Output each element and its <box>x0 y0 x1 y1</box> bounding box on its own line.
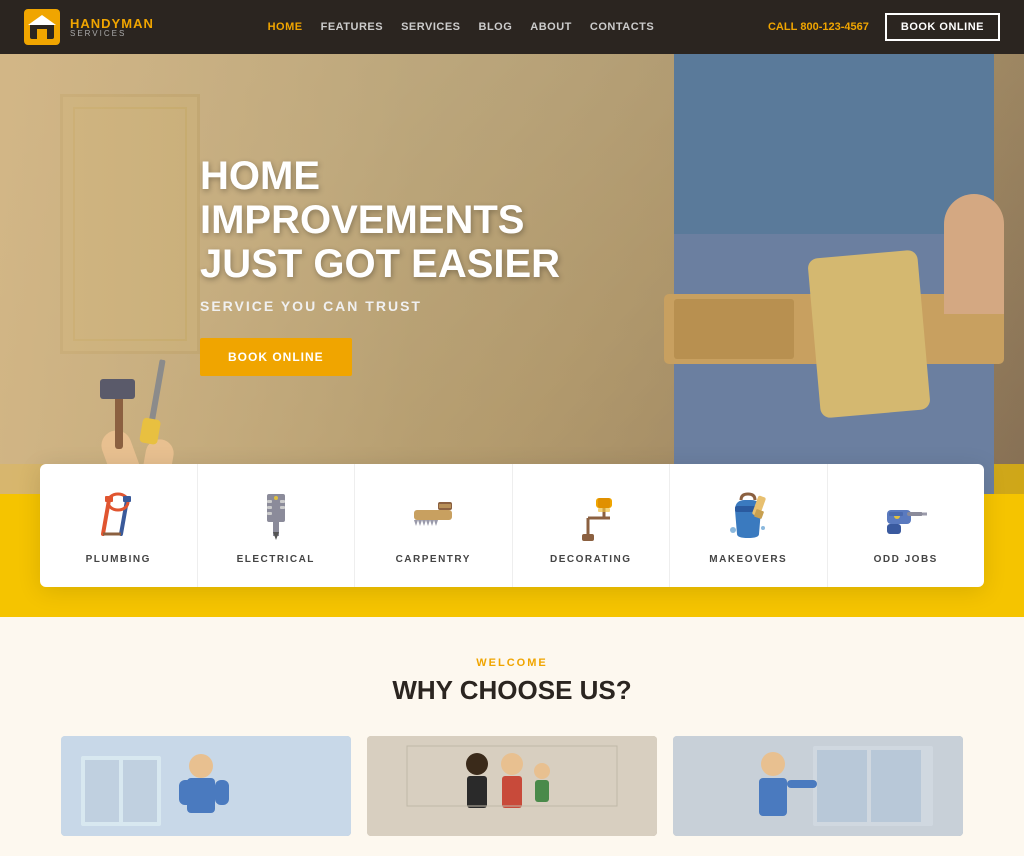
odd-jobs-icon <box>883 492 929 542</box>
odd-jobs-label: ODD JOBS <box>874 554 938 565</box>
services-section: PLUMBING ELECTRICAL <box>0 464 1024 617</box>
makeovers-label: MAKEOVERS <box>709 554 787 565</box>
nav-about[interactable]: ABOUT <box>530 21 572 33</box>
service-card-plumbing[interactable]: PLUMBING <box>40 464 198 587</box>
worker-arm <box>944 194 1004 314</box>
nav-features[interactable]: FEATURES <box>321 21 383 33</box>
why-card-2[interactable] <box>367 736 657 836</box>
nav-services[interactable]: SERVICES <box>401 21 460 33</box>
book-online-nav-button[interactable]: BOOK ONLINE <box>885 13 1000 41</box>
carpentry-icon <box>410 492 456 542</box>
hero-tools-illustration <box>100 416 134 434</box>
logo-text: HANDYMAN SERVICES <box>70 17 154 38</box>
logo[interactable]: HANDYMAN SERVICES <box>24 9 154 45</box>
hero-content: HOME IMPROVEMENTS JUST GOT EASIER SERVIC… <box>200 154 640 376</box>
hero-worker <box>624 54 1024 494</box>
why-cards <box>60 736 964 836</box>
main-nav: HOME FEATURES SERVICES BLOG ABOUT CONTAC… <box>268 21 655 33</box>
why-card-3[interactable] <box>673 736 963 836</box>
header-right: CALL 800-123-4567 BOOK ONLINE <box>768 13 1000 41</box>
why-title: WHY CHOOSE US? <box>60 675 964 706</box>
plumbing-icon <box>95 492 141 542</box>
hero-subtitle: SERVICE YOU CAN TRUST <box>200 298 640 314</box>
service-card-electrical[interactable]: ELECTRICAL <box>198 464 356 587</box>
why-choose-us-section: WELCOME WHY CHOOSE US? <box>0 617 1024 856</box>
decorating-icon <box>568 492 614 542</box>
worker-glove <box>807 250 931 419</box>
logo-icon <box>24 9 60 45</box>
service-card-carpentry[interactable]: CARPENTRY <box>355 464 513 587</box>
book-online-hero-button[interactable]: BOOK ONLINE <box>200 338 352 376</box>
electrical-label: ELECTRICAL <box>237 554 315 565</box>
site-header: HANDYMAN SERVICES HOME FEATURES SERVICES… <box>0 0 1024 54</box>
service-card-makeovers[interactable]: MAKEOVERS <box>670 464 828 587</box>
makeovers-icon <box>725 492 771 542</box>
hero-title: HOME IMPROVEMENTS JUST GOT EASIER <box>200 154 640 286</box>
logo-services: SERVICES <box>70 30 154 38</box>
welcome-label: WELCOME <box>60 657 964 669</box>
service-card-odd-jobs[interactable]: ODD JOBS <box>828 464 985 587</box>
nav-contacts[interactable]: CONTACTS <box>590 21 654 33</box>
electrical-icon <box>253 492 299 542</box>
why-card-1[interactable] <box>61 736 351 836</box>
hero-section: HOME IMPROVEMENTS JUST GOT EASIER SERVIC… <box>0 54 1024 494</box>
plumbing-label: PLUMBING <box>86 554 151 565</box>
call-info: CALL 800-123-4567 <box>768 21 869 33</box>
logo-brand: HANDYMAN <box>70 17 154 30</box>
service-card-decorating[interactable]: DECORATING <box>513 464 671 587</box>
nav-home[interactable]: HOME <box>268 21 303 33</box>
nav-blog[interactable]: BLOG <box>479 21 513 33</box>
decorating-label: DECORATING <box>550 554 631 565</box>
services-strip: PLUMBING ELECTRICAL <box>40 464 984 587</box>
carpentry-label: CARPENTRY <box>396 554 471 565</box>
